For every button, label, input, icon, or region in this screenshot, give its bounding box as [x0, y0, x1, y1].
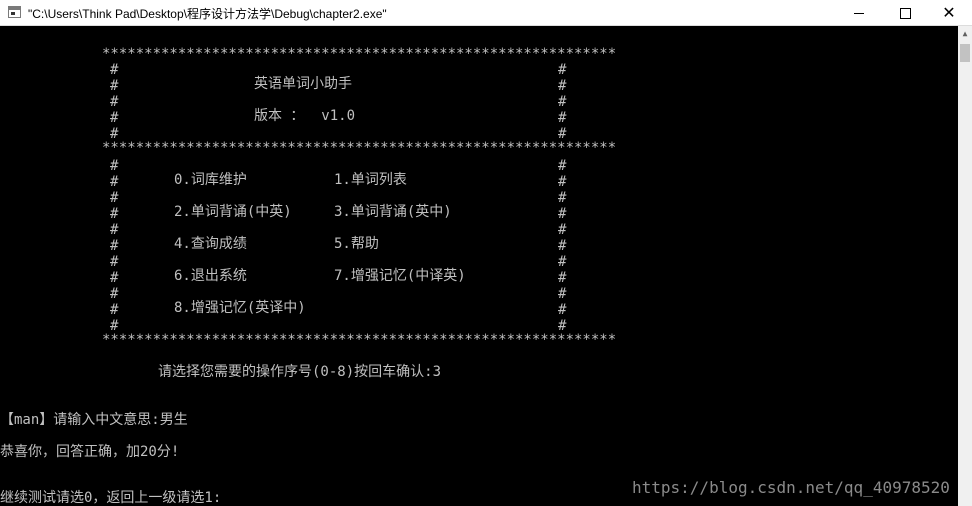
hash-mark: #	[110, 302, 119, 318]
console-output[interactable]: ****************************************…	[0, 26, 958, 506]
title-bar[interactable]: "C:\Users\Think Pad\Desktop\程序设计方法学\Debu…	[0, 0, 972, 26]
menu-item-2: 2.单词背诵(中英)	[174, 204, 292, 220]
hash-mark: #	[110, 190, 119, 206]
scroll-up-arrow-icon[interactable]: ▲	[958, 26, 972, 42]
hash-mark: #	[110, 286, 119, 302]
hash-mark: #	[558, 254, 567, 270]
hash-mark: #	[110, 206, 119, 222]
console-app-icon[interactable]	[8, 6, 21, 18]
minimize-icon	[854, 12, 864, 14]
menu-item-0: 0.词库维护	[174, 172, 247, 188]
border-line-top: ****************************************…	[102, 46, 617, 62]
hash-mark: #	[558, 190, 567, 206]
menu-item-8: 8.增强记忆(英译中)	[174, 300, 306, 316]
hash-mark: #	[110, 62, 119, 78]
border-line-bottom: ****************************************…	[102, 332, 617, 348]
vertical-scrollbar[interactable]: ▲	[958, 26, 972, 506]
hash-mark: #	[110, 174, 119, 190]
hash-mark: #	[110, 222, 119, 238]
menu-item-6: 6.退出系统	[174, 268, 247, 284]
version-text: 版本 ： v1.0	[254, 108, 356, 124]
menu-item-7: 7.增强记忆(中译英)	[334, 268, 466, 284]
hash-mark: #	[558, 206, 567, 222]
hash-mark: #	[558, 174, 567, 190]
hash-mark: #	[558, 78, 567, 94]
hash-mark: #	[558, 110, 567, 126]
close-icon: ✕	[942, 3, 956, 22]
border-line-middle: ****************************************…	[102, 140, 617, 156]
menu-item-4: 4.查询成绩	[174, 236, 247, 252]
app-title-text: 英语单词小助手	[254, 76, 352, 92]
scrollbar-thumb[interactable]	[960, 44, 970, 62]
hash-mark: #	[558, 222, 567, 238]
hash-mark: #	[110, 78, 119, 94]
minimize-button[interactable]	[836, 0, 882, 26]
hash-mark: #	[110, 158, 119, 174]
result-line: 恭喜你，回答正确，加20分!	[0, 444, 180, 460]
hash-mark: #	[558, 62, 567, 78]
next-action-prompt: 继续测试请选0，返回上一级请选1:	[0, 490, 222, 506]
hash-mark: #	[110, 254, 119, 270]
menu-item-5: 5.帮助	[334, 236, 379, 252]
maximize-button[interactable]	[882, 0, 928, 26]
close-button[interactable]: ✕	[926, 0, 972, 26]
hash-mark: #	[110, 110, 119, 126]
question-line: 【man】请输入中文意思:男生	[0, 412, 188, 428]
hash-mark: #	[558, 286, 567, 302]
menu-item-1: 1.单词列表	[334, 172, 407, 188]
hash-mark: #	[558, 94, 567, 110]
hash-mark: #	[110, 94, 119, 110]
hash-mark: #	[558, 158, 567, 174]
menu-item-3: 3.单词背诵(英中)	[334, 204, 452, 220]
hash-mark: #	[110, 270, 119, 286]
hash-mark: #	[558, 302, 567, 318]
selection-prompt: 请选择您需要的操作序号(0-8)按回车确认:3	[158, 364, 441, 380]
hash-mark: #	[558, 270, 567, 286]
hash-mark: #	[558, 238, 567, 254]
maximize-icon	[899, 7, 911, 19]
hash-mark: #	[110, 238, 119, 254]
window-title: "C:\Users\Think Pad\Desktop\程序设计方法学\Debu…	[28, 7, 387, 21]
watermark-text: https://blog.csdn.net/qq_40978520	[632, 478, 950, 497]
